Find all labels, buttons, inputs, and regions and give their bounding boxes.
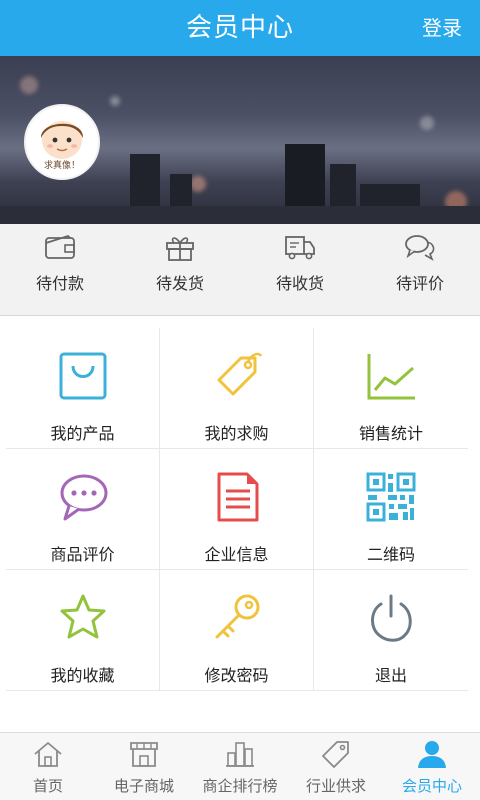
menu-label: 我的求购 — [204, 424, 269, 443]
menu-row: 我的产品 我的求购 销售统计 — [6, 328, 468, 449]
order-pending-receipt[interactable]: 待收货 — [240, 224, 360, 315]
key-icon — [215, 594, 259, 639]
avatar-caption: 求真像！ — [43, 161, 80, 171]
order-label: 待评价 — [395, 274, 444, 293]
tab-label: 行业供求 — [305, 777, 366, 795]
avatar[interactable]: 求真像！ — [24, 104, 100, 180]
menu-label: 我的收藏 — [50, 666, 115, 685]
menu-row: 商品评价 企业信息 二维码 — [6, 449, 468, 570]
shopping-bag-icon — [59, 352, 106, 400]
buildings-icon — [226, 742, 254, 767]
tab-home[interactable]: 首页 — [0, 733, 96, 800]
gift-icon — [166, 237, 194, 261]
menu-label: 销售统计 — [358, 424, 423, 443]
order-label: 待发货 — [155, 274, 204, 293]
app-header: 会员中心 登录 — [0, 0, 480, 56]
order-status-bar: 待付款 待发货 待收货 待评价 — [0, 224, 480, 316]
menu-label: 退出 — [374, 666, 407, 685]
line-chart-icon — [367, 354, 415, 400]
menu-label: 商品评价 — [50, 545, 115, 564]
page-title: 会员中心 — [185, 13, 294, 43]
menu-label: 我的产品 — [50, 424, 115, 443]
order-pending-payment[interactable]: 待付款 — [0, 224, 120, 315]
menu-product-reviews[interactable]: 商品评价 — [6, 449, 160, 569]
tab-label: 会员中心 — [401, 777, 462, 795]
document-icon — [217, 472, 258, 522]
member-menu-grid: 我的产品 我的求购 销售统计 商品评价 企业信息 二维码 我的收藏 修改密码 退… — [6, 328, 468, 691]
home-icon — [34, 741, 62, 767]
wallet-icon — [45, 234, 75, 259]
chat-bubbles-icon — [405, 235, 435, 261]
tag-icon — [322, 741, 349, 768]
star-icon — [60, 594, 105, 639]
menu-change-password[interactable]: 修改密码 — [160, 570, 314, 690]
menu-my-favorites[interactable]: 我的收藏 — [6, 570, 160, 690]
tab-member-center[interactable]: 会员中心 — [384, 733, 480, 800]
tab-e-mall[interactable]: 电子商城 — [96, 733, 192, 800]
menu-sales-statistics[interactable]: 销售统计 — [314, 328, 468, 448]
tab-label: 商企排行榜 — [202, 777, 278, 795]
order-label: 待付款 — [35, 274, 84, 293]
chat-bubble-icon — [60, 474, 107, 521]
menu-qr-code[interactable]: 二维码 — [314, 449, 468, 569]
qr-code-icon — [366, 472, 416, 522]
menu-logout[interactable]: 退出 — [314, 570, 468, 690]
menu-label: 二维码 — [366, 545, 415, 564]
login-button[interactable]: 登录 — [422, 0, 462, 56]
menu-row: 我的收藏 修改密码 退出 — [6, 570, 468, 691]
order-label: 待收货 — [275, 274, 324, 293]
menu-label: 修改密码 — [204, 666, 269, 685]
user-icon — [418, 741, 446, 768]
tab-label: 首页 — [32, 777, 63, 795]
tab-business-ranking[interactable]: 商企排行榜 — [192, 733, 288, 800]
order-pending-shipment[interactable]: 待发货 — [120, 224, 240, 315]
tab-label: 电子商城 — [113, 777, 174, 795]
menu-company-info[interactable]: 企业信息 — [160, 449, 314, 569]
menu-my-purchase-requests[interactable]: 我的求购 — [160, 328, 314, 448]
truck-icon — [285, 236, 315, 260]
tab-industry-supply-demand[interactable]: 行业供求 — [288, 733, 384, 800]
price-tag-icon — [217, 352, 262, 396]
menu-my-products[interactable]: 我的产品 — [6, 328, 160, 448]
power-icon — [371, 594, 412, 642]
store-icon — [130, 742, 158, 767]
bottom-tab-bar: 首页 电子商城 商企排行榜 行业供求 会员中心 — [0, 732, 480, 800]
order-pending-review[interactable]: 待评价 — [360, 224, 480, 315]
menu-label: 企业信息 — [204, 545, 269, 564]
